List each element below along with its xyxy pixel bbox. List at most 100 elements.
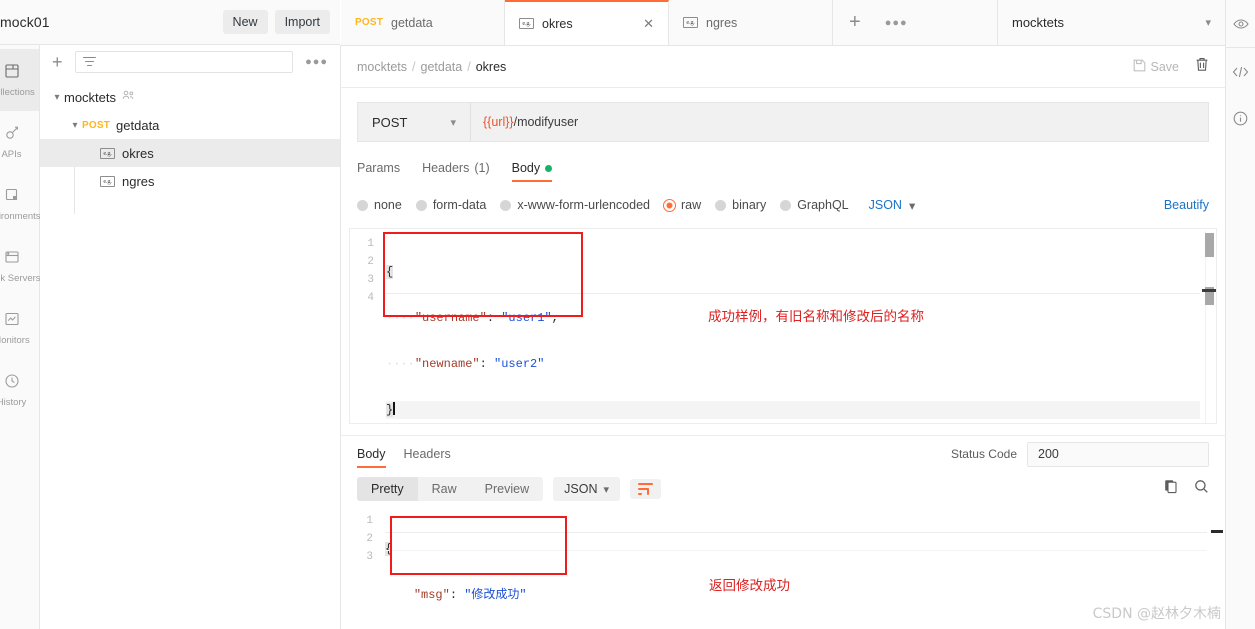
icon-sidebar: Collections APIs Environments <box>0 45 41 629</box>
environment-selector[interactable]: mocktets ▾ <box>997 0 1225 46</box>
sidebar-item-mock-servers[interactable]: Mock Servers <box>0 235 41 297</box>
sidebar-item-environments[interactable]: Environments <box>0 173 41 235</box>
status-code-input[interactable]: 200 <box>1027 441 1209 467</box>
tab-params[interactable]: Params <box>357 154 400 182</box>
radio-label: form-data <box>432 198 487 212</box>
url-variable: {{url}} <box>483 115 514 129</box>
code-line-3: ····"newname": "user2" <box>386 355 1200 373</box>
breadcrumb-separator: / <box>412 59 416 74</box>
add-collection-button[interactable]: + <box>48 52 67 73</box>
eye-icon[interactable] <box>1226 0 1255 47</box>
radio-label: none <box>374 198 402 212</box>
copy-icon[interactable] <box>1164 479 1178 499</box>
tab-ngres[interactable]: e.g. ngres <box>669 0 833 45</box>
tab-label: Params <box>357 161 401 175</box>
sidebar-item-collections[interactable]: Collections <box>0 49 39 111</box>
url-path: /modifyuser <box>513 115 579 129</box>
tab-headers[interactable]: Headers (1) <box>422 154 490 182</box>
monitors-icon <box>4 311 20 332</box>
tab-label: Body <box>511 161 541 175</box>
method-selector[interactable]: POST ▾ <box>358 103 471 141</box>
close-icon[interactable]: ✕ <box>643 17 654 30</box>
view-mode-pretty[interactable]: Pretty <box>357 477 418 501</box>
body-type-graphql[interactable]: GraphQL <box>780 198 849 212</box>
tab-body[interactable]: Body <box>511 154 553 182</box>
code-line-4: } <box>386 401 1200 419</box>
breadcrumb-folder[interactable]: getdata <box>421 60 463 74</box>
collections-tree: ▾ mocktets ▾ POST getdata e.g. okres e.g… <box>40 83 340 214</box>
chevron-down-icon[interactable]: ▾ <box>68 120 82 131</box>
code-line-1: { <box>386 263 1200 281</box>
search-icon[interactable] <box>1194 479 1209 499</box>
body-type-binary[interactable]: binary <box>715 198 766 212</box>
tab-options-button[interactable]: ●●● <box>877 0 916 45</box>
response-tools-right <box>1164 479 1209 499</box>
tab-label: okres <box>542 16 573 31</box>
sidebar-label: Environments <box>0 210 41 222</box>
right-icon-rail <box>1225 0 1255 629</box>
tree-item-mocktets[interactable]: ▾ mocktets <box>40 83 340 111</box>
tab-okres[interactable]: e.g. okres ✕ <box>505 0 669 45</box>
tab-getdata[interactable]: POST getdata <box>341 0 505 45</box>
postman-window: mock01 New Import POST getdata e.g. okre… <box>0 0 1255 629</box>
collections-toolbar: + ●●● <box>40 45 340 79</box>
editor-horizontal-marker <box>1202 289 1216 292</box>
tree-item-label: mocktets <box>64 89 117 105</box>
radio-icon <box>500 199 512 211</box>
code-token: "msg" <box>413 588 450 602</box>
radio-label: x-www-form-urlencoded <box>517 198 650 212</box>
code-line-1: { <box>385 540 1207 558</box>
word-wrap-button[interactable] <box>630 479 662 499</box>
delete-button[interactable] <box>1195 57 1209 77</box>
editor-code[interactable]: { ····"username": "user1", ····"newname"… <box>386 229 1200 423</box>
workspace-name: mock01 <box>0 14 50 30</box>
body-present-dot-icon <box>545 164 553 172</box>
beautify-button[interactable]: Beautify <box>1164 198 1209 212</box>
body-type-urlencoded[interactable]: x-www-form-urlencoded <box>500 198 650 212</box>
response-tab-headers[interactable]: Headers <box>404 440 451 468</box>
workspace-header: mock01 New Import <box>0 0 340 45</box>
sidebar-item-history[interactable]: History <box>0 359 39 421</box>
word-wrap-icon <box>638 483 654 495</box>
url-input[interactable]: {{url}}/modifyuser <box>471 103 1208 141</box>
save-button[interactable]: Save <box>1133 59 1179 75</box>
editor-scrollbar-thumb[interactable] <box>1205 233 1214 257</box>
editor-scrollbar[interactable] <box>1205 231 1214 423</box>
chevron-down-icon: ▾ <box>908 198 916 213</box>
code-icon[interactable] <box>1226 48 1255 95</box>
chevron-down-icon[interactable]: ▾ <box>50 92 64 103</box>
view-mode-preview[interactable]: Preview <box>471 477 543 501</box>
view-mode-raw[interactable]: Raw <box>418 477 471 501</box>
new-tab-button[interactable]: + <box>833 0 877 45</box>
line-number: 3 <box>367 274 374 286</box>
body-format-selector[interactable]: JSON ▾ <box>869 198 916 213</box>
tree-item-getdata[interactable]: ▾ POST getdata <box>40 111 340 139</box>
environment-name: mocktets <box>1012 15 1065 30</box>
import-button[interactable]: Import <box>274 10 330 34</box>
new-button[interactable]: New <box>222 10 268 34</box>
response-horizontal-marker <box>1211 530 1223 533</box>
code-token: ···· <box>386 357 415 371</box>
response-rule <box>385 532 1207 533</box>
sidebar-item-monitors[interactable]: Monitors <box>0 297 39 359</box>
body-type-none[interactable]: none <box>357 198 402 212</box>
breadcrumb-collection[interactable]: mocktets <box>357 60 407 74</box>
tree-item-okres[interactable]: e.g. okres <box>40 139 340 167</box>
body-type-raw[interactable]: raw <box>664 198 701 212</box>
response-tab-body[interactable]: Body <box>357 440 386 468</box>
breadcrumb-row: mocktets / getdata / okres Save <box>341 46 1225 88</box>
response-line-numbers: 1 2 3 <box>349 506 379 566</box>
sidebar-item-apis[interactable]: APIs <box>0 111 39 173</box>
body-type-form-data[interactable]: form-data <box>415 198 487 212</box>
example-icon: e.g. <box>519 18 534 29</box>
tab-method-label: POST <box>355 17 384 28</box>
filter-input[interactable] <box>74 51 294 73</box>
breadcrumb-current: okres <box>475 59 507 74</box>
response-format-selector[interactable]: JSON ▾ <box>553 477 621 501</box>
info-icon[interactable] <box>1226 95 1255 142</box>
headers-count-badge: (1) <box>474 161 490 175</box>
chevron-down-icon: ▾ <box>450 116 456 129</box>
tree-item-ngres[interactable]: e.g. ngres <box>40 167 340 195</box>
collections-more-button[interactable]: ●●● <box>301 56 332 68</box>
request-body-editor[interactable]: 1 2 3 4 { ····"username": "user1", ····"… <box>349 228 1217 424</box>
